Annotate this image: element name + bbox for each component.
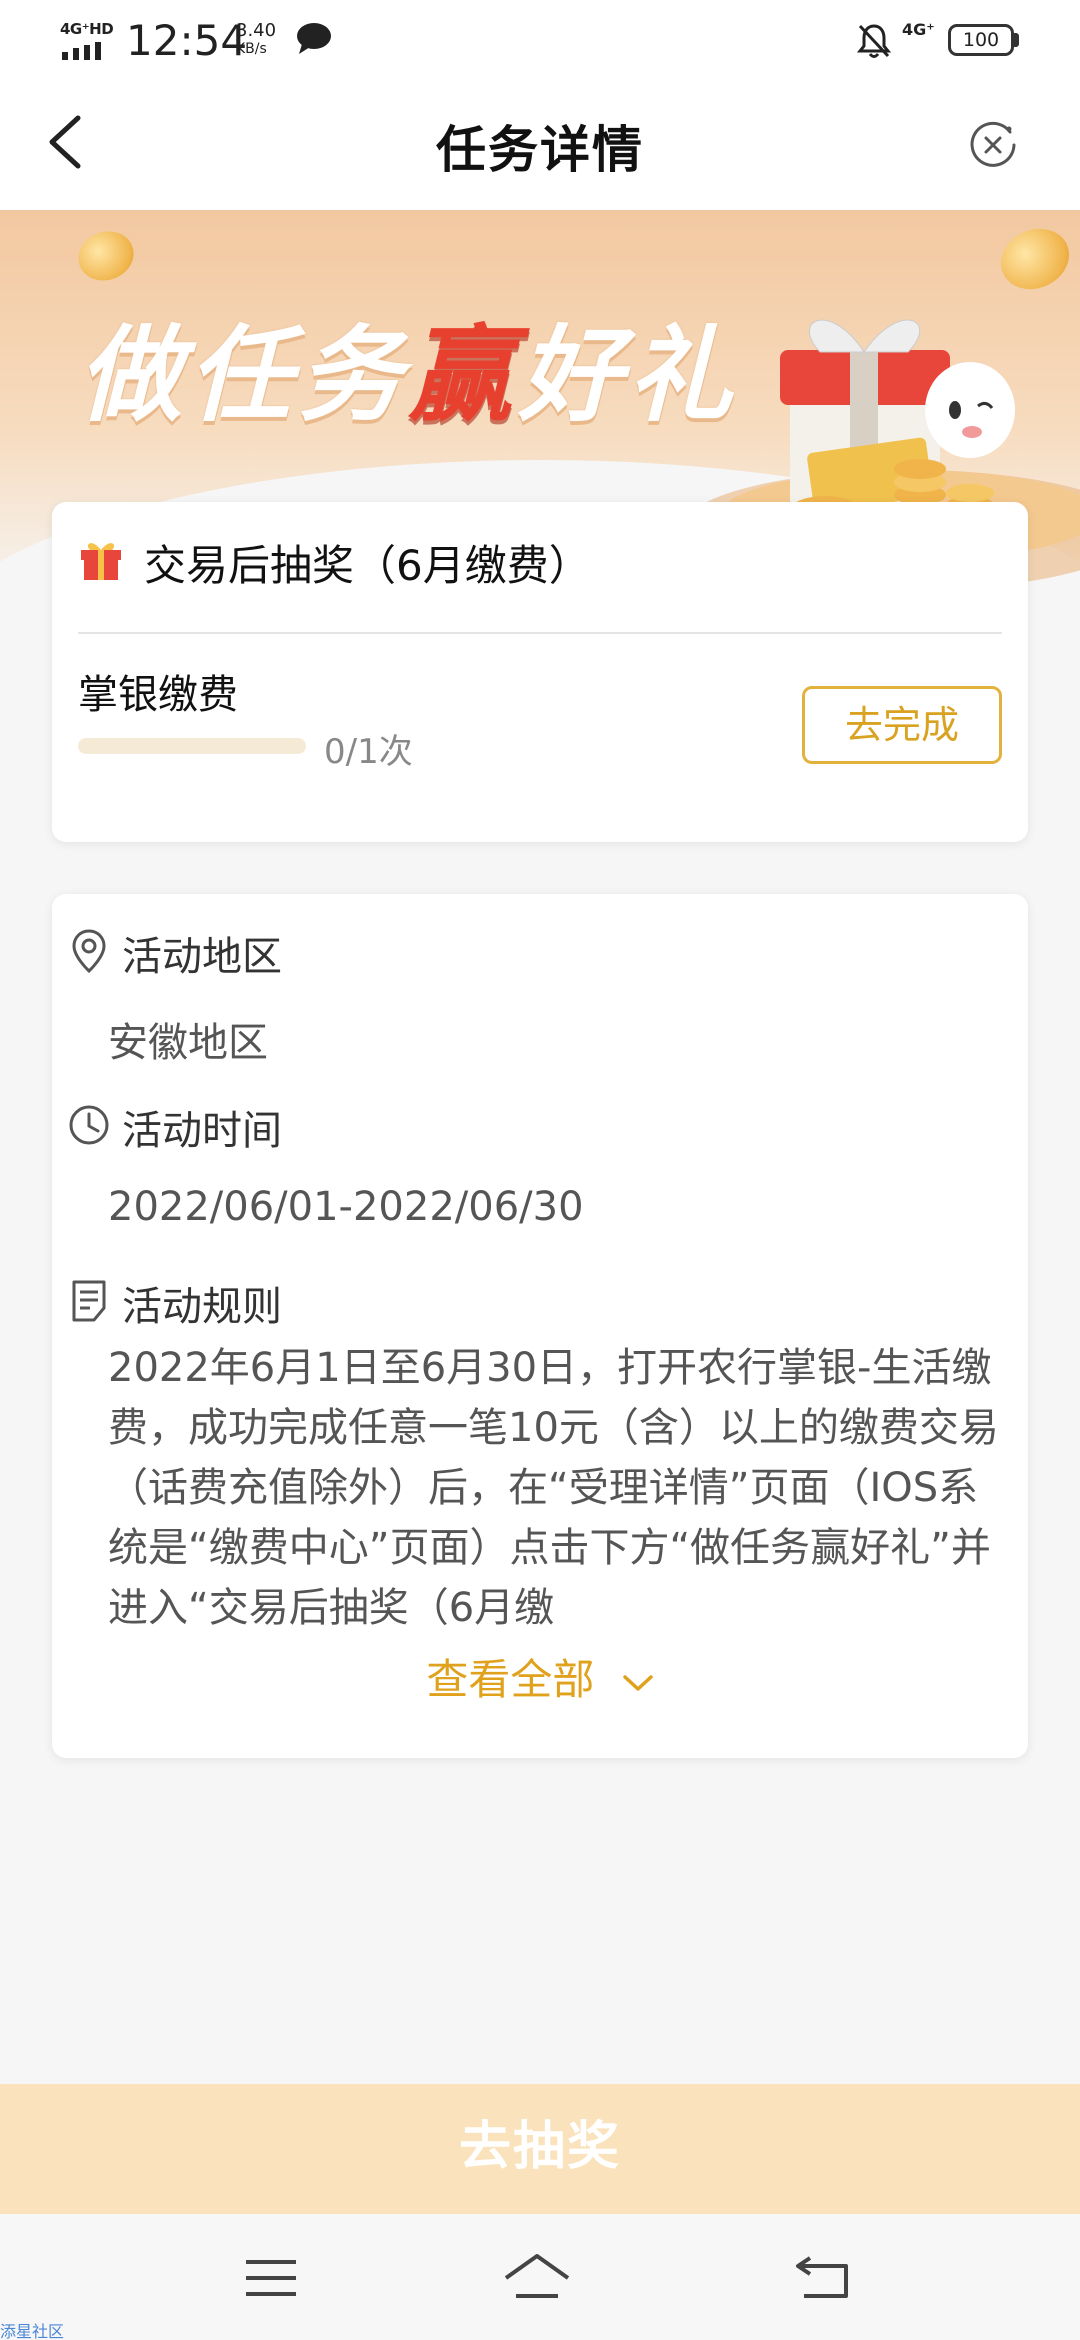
activity-info-card: 活动地区 安徽地区 活动时间 2022/06/01-2022/06/30 活动规…: [52, 894, 1028, 1758]
region-label: 活动地区: [122, 934, 282, 980]
task-progress-bar: [78, 738, 306, 754]
location-pin-icon: [72, 929, 106, 974]
back-icon[interactable]: [790, 2248, 860, 2308]
coin-decoration: [71, 223, 141, 289]
battery-icon: 100: [948, 24, 1020, 56]
system-nav-bar: [0, 2214, 1080, 2340]
network-type-right: 4G⁺: [902, 20, 935, 39]
network-speed: 3.40 KB/s: [236, 22, 292, 58]
view-all-link[interactable]: 查看全部: [52, 1646, 1028, 1707]
region-value: 安徽地区: [108, 1020, 268, 1066]
battery-level: 100: [962, 29, 1000, 51]
task-card: 交易后抽奖（6月缴费） 掌银缴费 0/1次 去完成: [52, 502, 1028, 842]
clock-icon: [69, 1105, 109, 1145]
banner-highlight: 赢: [408, 314, 519, 436]
complete-task-button[interactable]: 去完成: [802, 686, 1002, 764]
signal-icon: 4G⁺HD: [60, 20, 114, 60]
mute-bell-icon: [856, 24, 892, 58]
task-name: 掌银缴费: [78, 672, 238, 718]
view-all-label: 查看全部: [426, 1655, 595, 1704]
network-speed-value: 3.40: [236, 20, 277, 41]
task-title: 交易后抽奖（6月缴费）: [144, 541, 591, 590]
time-value: 2022/06/01-2022/06/30: [108, 1184, 584, 1230]
chevron-down-icon: [622, 1674, 653, 1691]
page-title: 任务详情: [436, 121, 644, 179]
network-speed-unit: KB/s: [236, 41, 267, 57]
status-time: 12:54: [126, 16, 248, 65]
draw-lottery-button[interactable]: 去抽奖: [0, 2084, 1080, 2214]
divider: [78, 632, 1002, 634]
rules-label: 活动规则: [122, 1284, 282, 1330]
banner-headline: 做任务赢好礼: [78, 290, 738, 441]
time-label: 活动时间: [122, 1108, 282, 1154]
banner-prefix: 做任务: [78, 314, 409, 436]
network-type-label: 4G⁺HD: [60, 20, 114, 38]
watermark-text: 添星社区: [0, 2322, 65, 2340]
task-progress-count: 0/1次: [324, 732, 413, 772]
chat-icon: [297, 23, 331, 54]
rules-document-icon: [72, 1280, 106, 1322]
menu-icon[interactable]: [236, 2248, 306, 2308]
rules-text: 2022年6月1日至6月30日，打开农行掌银-生活缴费，成功完成任意一笔10元（…: [108, 1345, 999, 1631]
home-icon[interactable]: [502, 2248, 572, 2308]
gift-icon: [81, 543, 121, 580]
status-bar: 4G⁺HD 12:54 3.40 KB/s 4G⁺ 100: [0, 0, 1080, 84]
close-circle-icon[interactable]: [968, 120, 1018, 170]
page-header: 任务详情: [0, 84, 1080, 210]
